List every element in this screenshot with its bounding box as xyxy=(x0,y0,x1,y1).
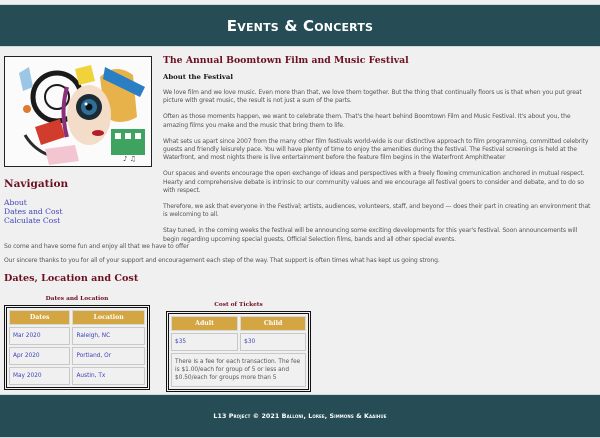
dates-location-table: Dates and Location Dates Location Mar 20… xyxy=(4,294,150,390)
nav-link-calculate-cost[interactable]: Calculate Cost xyxy=(4,216,60,225)
transaction-fee-note: There is a fee for each transaction. The… xyxy=(171,353,306,387)
location-cell: Raleigh, NC xyxy=(72,327,145,345)
column-header-location: Location xyxy=(72,310,145,325)
column-header-adult: Adult xyxy=(171,316,239,331)
closing-paragraph: So come and have some fun and enjoy all … xyxy=(4,243,189,250)
child-price-cell: $30 xyxy=(240,333,306,351)
about-paragraph: We love film and we love music. Even mor… xyxy=(163,89,582,105)
svg-text:♪ ♫: ♪ ♫ xyxy=(123,155,136,163)
dates-location-cost-heading: Dates, Location and Cost xyxy=(4,273,139,284)
nav-link-dates-and-cost[interactable]: Dates and Cost xyxy=(4,207,63,216)
date-cell: Apr 2020 xyxy=(9,347,71,365)
thanks-paragraph: Our sincere thanks to you for all of you… xyxy=(4,257,440,264)
about-section: The Annual Boomtown Film and Music Festi… xyxy=(163,55,591,252)
about-paragraph: Stay tuned, in the coming weeks the fest… xyxy=(163,227,578,243)
site-footer: L13 Project © 2021 Balloni, Loree, Simmo… xyxy=(0,394,600,438)
cost-table-caption: Cost of Tickets xyxy=(214,302,263,308)
about-paragraph: Our spaces and events encourage the open… xyxy=(163,170,585,195)
nav-link-about[interactable]: About xyxy=(4,198,27,207)
navigation-heading: Navigation xyxy=(4,178,69,190)
table-row: Mar 2020 Raleigh, NC xyxy=(9,327,145,345)
table-row: May 2020 Austin, Tx xyxy=(9,367,145,385)
about-paragraph: Therefore, we ask that everyone in the F… xyxy=(163,203,591,219)
date-cell: Mar 2020 xyxy=(9,327,71,345)
site-header: Events & Concerts xyxy=(0,4,600,47)
about-paragraph: Often as those moments happen, we want t… xyxy=(163,113,571,129)
adult-price-cell: $35 xyxy=(171,333,239,351)
column-header-child: Child xyxy=(240,316,306,331)
navigation-menu: About Dates and Cost Calculate Cost xyxy=(4,198,63,225)
ticket-cost-table: Cost of Tickets Adult Child $35 $30 Ther… xyxy=(166,300,311,392)
table-row: Apr 2020 Portland, Or xyxy=(9,347,145,365)
festival-title: The Annual Boomtown Film and Music Festi… xyxy=(163,55,409,66)
date-cell: May 2020 xyxy=(9,367,71,385)
location-cell: Austin, Tx xyxy=(72,367,145,385)
about-paragraph: What sets us apart since 2007 from the m… xyxy=(163,137,589,162)
location-cell: Portland, Or xyxy=(72,347,145,365)
dates-table-caption: Dates and Location xyxy=(45,296,109,302)
festival-poster-image: ♪ ♫ xyxy=(4,56,152,167)
table-row: $35 $30 xyxy=(171,333,306,351)
footer-credits: L13 Project © 2021 Balloni, Loree, Simmo… xyxy=(213,412,387,420)
site-title: Events & Concerts xyxy=(226,16,374,35)
table-row: There is a fee for each transaction. The… xyxy=(171,353,306,387)
about-heading: About the Festival xyxy=(163,73,233,81)
column-header-dates: Dates xyxy=(9,310,71,325)
